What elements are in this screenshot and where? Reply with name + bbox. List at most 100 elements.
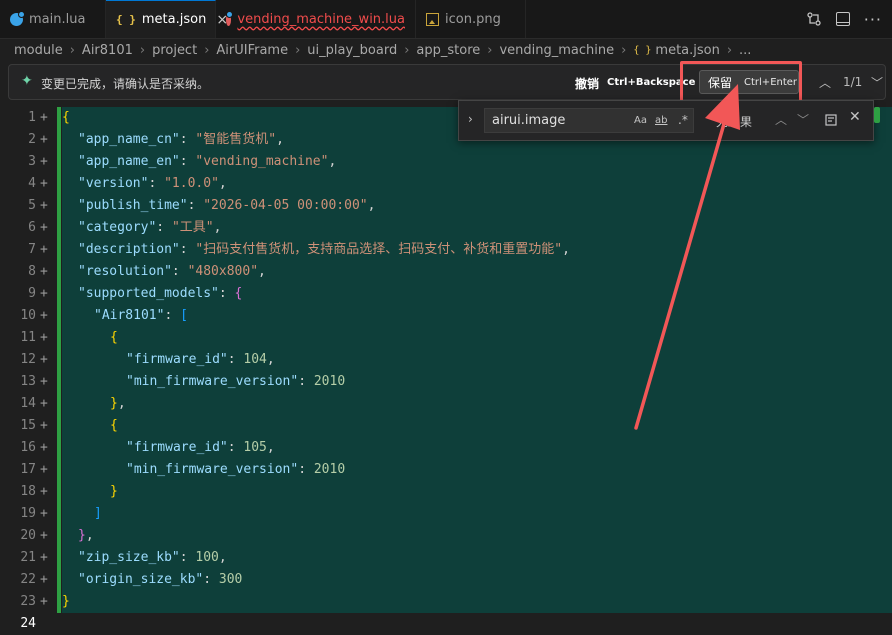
keep-button[interactable]: 保留 Ctrl+Enter: [699, 70, 799, 94]
tab-label: icon.png: [445, 11, 501, 27]
tab-icon-png[interactable]: icon.png: [416, 0, 526, 38]
line-number: 1: [28, 110, 36, 125]
line-number: 18: [20, 484, 36, 499]
next-match-icon[interactable]: ﹀: [797, 111, 809, 128]
line-number: 14: [20, 396, 36, 411]
code-line: "supported_models": {: [78, 286, 243, 301]
code-line: "firmware_id": 105,: [126, 440, 275, 455]
editor-tab-bar: main.lua { } meta.json × vending_machine…: [0, 0, 892, 39]
line-number: 6: [28, 220, 36, 235]
line-number: 4: [28, 176, 36, 191]
breadcrumb-item[interactable]: vending_machine: [499, 43, 614, 58]
code-line: "publish_time": "2026-04-05 00:00:00",: [78, 198, 376, 213]
whole-word-icon[interactable]: ab: [655, 115, 667, 126]
breadcrumb-item[interactable]: AirUIFrame: [216, 43, 288, 58]
breadcrumb-item[interactable]: module: [14, 43, 63, 58]
diff-plus-marker: +: [40, 506, 48, 521]
code-line: "min_firmware_version": 2010: [126, 374, 346, 389]
diff-plus-marker: +: [40, 264, 48, 279]
code-line: ]: [94, 506, 102, 521]
line-number: 19: [20, 506, 36, 521]
code-line: "zip_size_kb": 100,: [78, 550, 227, 565]
undo-shortcut: Ctrl+Backspace: [607, 77, 696, 88]
breadcrumb-separator: ›: [487, 42, 493, 58]
diff-plus-marker: +: [40, 528, 48, 543]
find-result-status: 无结果: [716, 115, 753, 129]
breadcrumb-separator: ›: [726, 42, 733, 58]
tab-main-lua[interactable]: main.lua: [0, 0, 106, 38]
more-actions-icon[interactable]: ···: [864, 10, 882, 29]
overview-ruler-change-marker: [874, 107, 880, 123]
diff-plus-marker: +: [40, 132, 48, 147]
tab-meta-json[interactable]: { } meta.json ×: [106, 0, 228, 38]
diff-plus-marker: +: [40, 572, 48, 587]
diff-plus-marker: +: [40, 110, 48, 125]
tab-label: main.lua: [29, 11, 86, 27]
lua-file-icon: [226, 10, 235, 26]
tab-vending-machine-win-lua[interactable]: vending_machine_win.lua: [216, 0, 416, 38]
chevron-right-icon[interactable]: ›: [468, 112, 473, 126]
line-number: 3: [28, 154, 36, 169]
diff-plus-marker: +: [40, 242, 48, 257]
breadcrumb-separator: ›: [621, 42, 627, 58]
code-line: }: [62, 594, 70, 609]
breadcrumb-item[interactable]: project: [152, 43, 197, 58]
line-number: 20: [20, 528, 36, 543]
find-input[interactable]: airui.image Aa ab .*: [484, 108, 694, 133]
image-file-icon: [426, 12, 439, 26]
line-number: 12: [20, 352, 36, 367]
breadcrumb-item[interactable]: ui_play_board: [307, 43, 397, 58]
previous-match-icon[interactable]: ︿: [775, 111, 787, 128]
tab-label: vending_machine_win.lua: [237, 11, 405, 27]
line-number: 10: [20, 308, 36, 323]
line-number: 11: [20, 330, 36, 345]
code-line: "description": "扫码支付售货机，支持商品选择、扫码支付、补货和重…: [78, 242, 570, 257]
code-line: "app_name_cn": "智能售货机",: [78, 132, 284, 147]
line-number: 2: [28, 132, 36, 147]
code-line: "category": "工具",: [78, 220, 222, 235]
code-editor[interactable]: 1 + 2 + 3 + 4 + 5 + 6 + 7 + 8 + 9 + 10 + 11 + 12 + 1…: [0, 107, 892, 631]
keep-shortcut: Ctrl+Enter: [744, 76, 798, 88]
code-line: {: [110, 418, 118, 433]
code-line: {: [62, 110, 70, 125]
breadcrumb-separator: ›: [404, 42, 410, 58]
find-input-value: airui.image: [492, 113, 566, 128]
chevron-up-icon[interactable]: ︿: [819, 74, 831, 91]
line-number: 9: [28, 286, 36, 301]
diff-plus-marker: +: [40, 154, 48, 169]
diff-plus-marker: +: [40, 550, 48, 565]
ai-change-review-bar: ✦ 变更已完成，请确认是否采纳。 撤销 Ctrl+Backspace 保留 Ct…: [8, 64, 886, 100]
find-in-selection-icon[interactable]: [825, 114, 838, 127]
breadcrumb-item[interactable]: meta.json: [655, 43, 719, 58]
close-icon[interactable]: ✕: [849, 109, 861, 125]
diff-plus-marker: +: [40, 374, 48, 389]
code-line: }: [110, 484, 118, 499]
breadcrumb-item[interactable]: Air8101: [82, 43, 133, 58]
breadcrumb-item[interactable]: app_store: [416, 43, 480, 58]
diff-plus-marker: +: [40, 352, 48, 367]
review-message: 变更已完成，请确认是否采纳。: [41, 77, 210, 91]
find-widget: › airui.image Aa ab .* 无结果 ︿ ﹀ ✕: [458, 100, 874, 141]
code-line: "app_name_en": "vending_machine",: [78, 154, 337, 169]
json-file-icon: { }: [116, 13, 136, 26]
breadcrumb-item[interactable]: ...: [739, 43, 751, 58]
line-number: 23: [20, 594, 36, 609]
breadcrumb-separator: ›: [69, 42, 75, 58]
match-case-icon[interactable]: Aa: [634, 115, 647, 126]
change-counter: 1/1: [843, 75, 863, 89]
code-line: {: [110, 330, 118, 345]
code-line: },: [78, 528, 94, 543]
diff-plus-marker: +: [40, 594, 48, 609]
chevron-down-icon[interactable]: ﹀: [871, 74, 883, 91]
regex-icon[interactable]: .*: [678, 113, 688, 127]
line-number: 13: [20, 374, 36, 389]
diff-plus-marker: +: [40, 330, 48, 345]
undo-button[interactable]: 撤销: [575, 75, 599, 92]
split-editor-icon[interactable]: [835, 12, 850, 26]
diff-plus-marker: +: [40, 418, 48, 433]
code-line: "version": "1.0.0",: [78, 176, 227, 191]
sparkle-icon: ✦: [21, 73, 33, 89]
code-line: },: [110, 396, 126, 411]
compare-changes-icon[interactable]: [806, 11, 822, 27]
diff-plus-marker: +: [40, 440, 48, 455]
